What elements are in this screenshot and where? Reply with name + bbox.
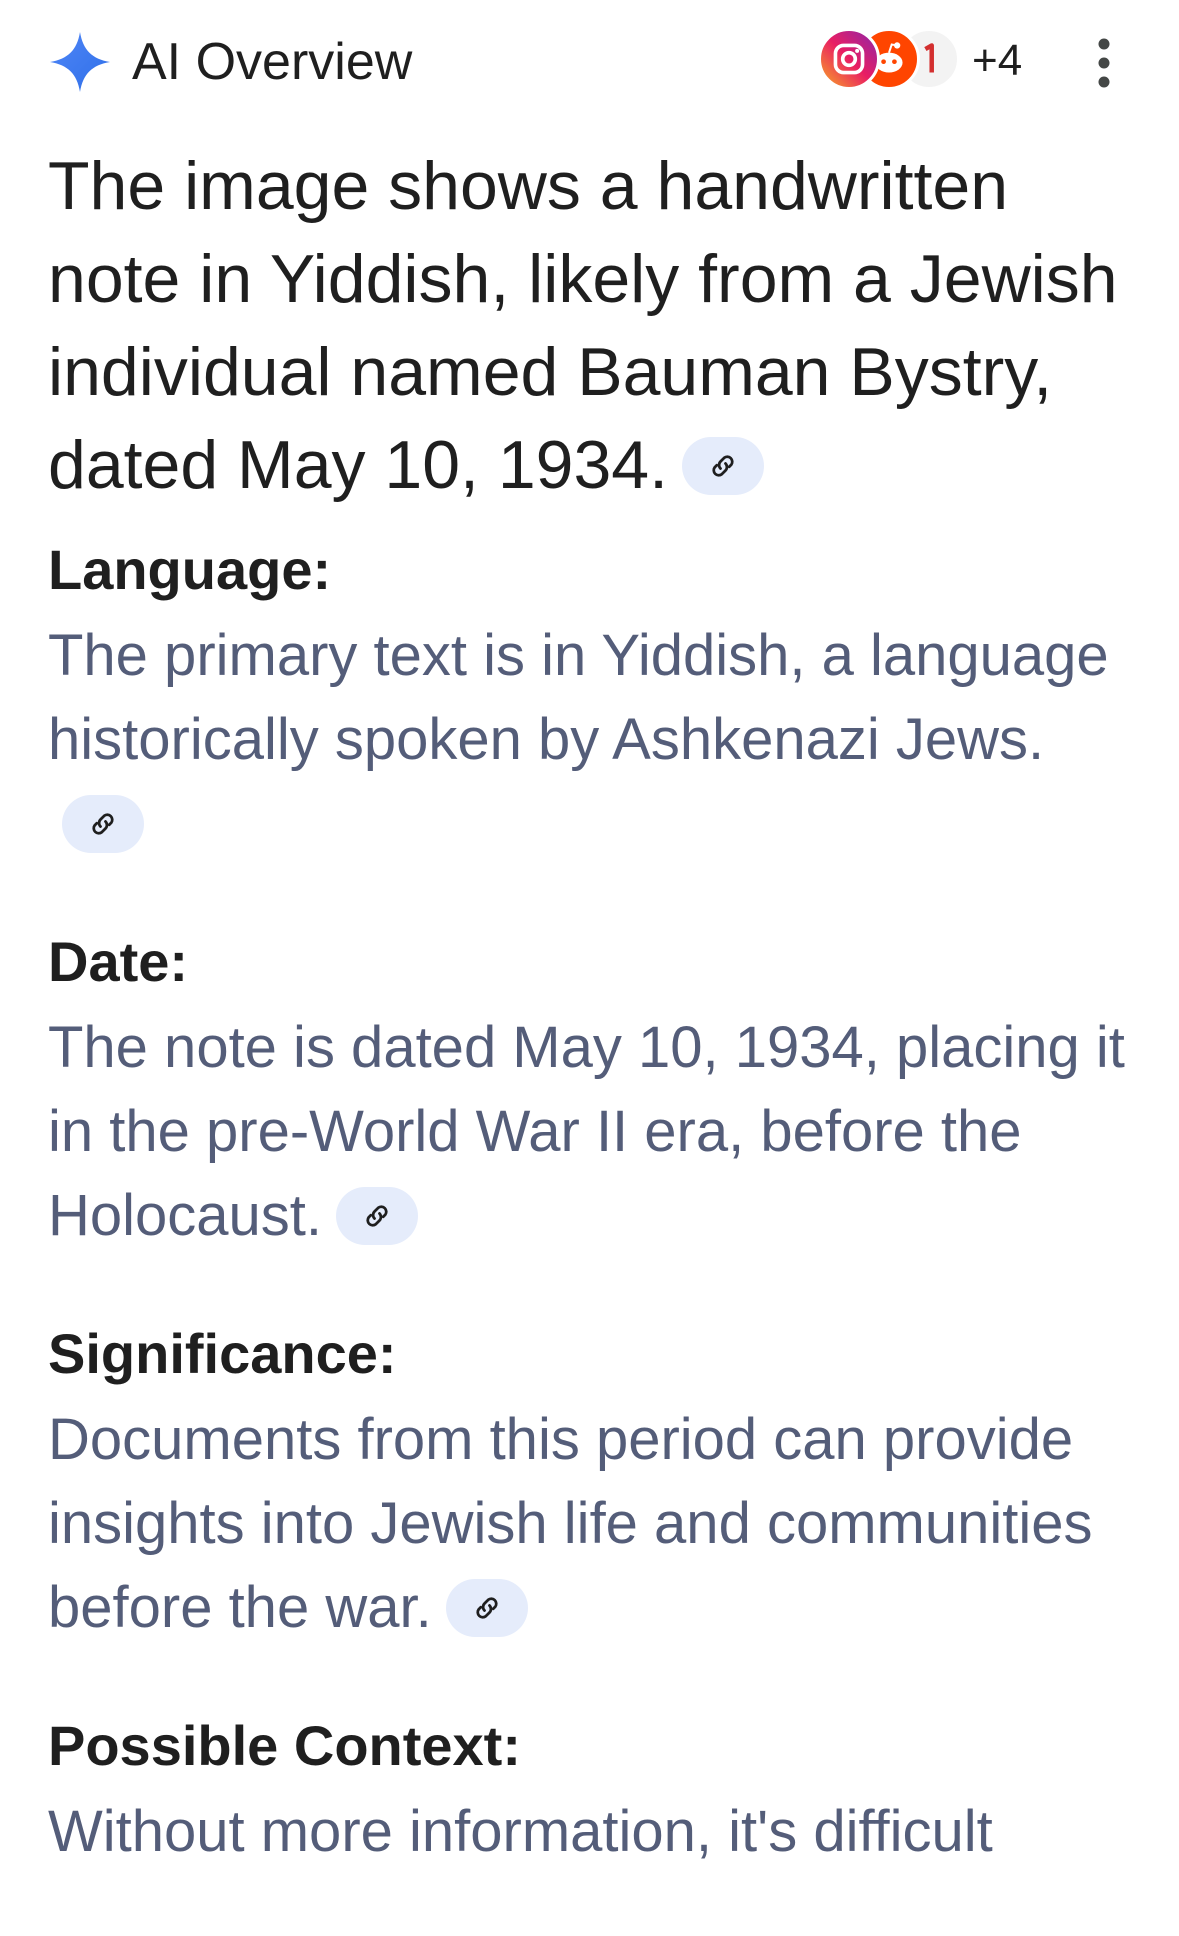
more-vert-icon[interactable] xyxy=(1082,30,1126,96)
section-body: The primary text is in Yiddish, a langua… xyxy=(48,614,1138,866)
link-icon xyxy=(712,455,734,477)
section-body-text: Without more information, it's difficult xyxy=(48,1799,993,1864)
section-possible-context: Possible Context: Without more informati… xyxy=(48,1708,1138,1874)
section-body-text: The note is dated May 10, 1934, placing … xyxy=(48,1015,1125,1248)
citation-link-button[interactable] xyxy=(62,794,144,853)
sparkle-icon xyxy=(50,32,110,92)
section-language: Language: The primary text is in Yiddish… xyxy=(48,532,1138,866)
citation-link-button[interactable] xyxy=(336,1186,419,1245)
section-body: The note is dated May 10, 1934, placing … xyxy=(48,1006,1138,1258)
header-title: AI Overview xyxy=(132,33,413,91)
section-body-text: The primary text is in Yiddish, a langua… xyxy=(48,623,1109,772)
link-icon xyxy=(476,1597,498,1619)
section-heading: Language: xyxy=(48,538,332,601)
link-icon xyxy=(92,813,114,835)
section-significance: Significance: Documents from this period… xyxy=(48,1316,1138,1650)
section-body: Documents from this period can provide i… xyxy=(48,1398,1138,1650)
overview-content: The image shows a handwritten note in Yi… xyxy=(48,140,1138,1932)
overview-intro: The image shows a handwritten note in Yi… xyxy=(48,140,1138,512)
citation-link-button[interactable] xyxy=(445,1578,528,1637)
section-heading: Significance: xyxy=(48,1322,397,1385)
section-date: Date: The note is dated May 10, 1934, pl… xyxy=(48,924,1138,1258)
intro-text: The image shows a handwritten note in Yi… xyxy=(48,148,1118,503)
instagram-icon xyxy=(818,28,880,90)
sources-button[interactable] xyxy=(818,28,968,94)
citation-link-button[interactable] xyxy=(682,437,765,496)
section-body: Without more information, it's difficult xyxy=(48,1790,1138,1874)
sources-more-count[interactable]: +4 xyxy=(972,34,1022,88)
section-heading: Date: xyxy=(48,930,189,993)
ai-overview-header: AI Overview +4 xyxy=(0,0,1179,130)
link-icon xyxy=(366,1205,388,1227)
section-heading: Possible Context: xyxy=(48,1714,521,1777)
section-body-text: Documents from this period can provide i… xyxy=(48,1407,1093,1640)
